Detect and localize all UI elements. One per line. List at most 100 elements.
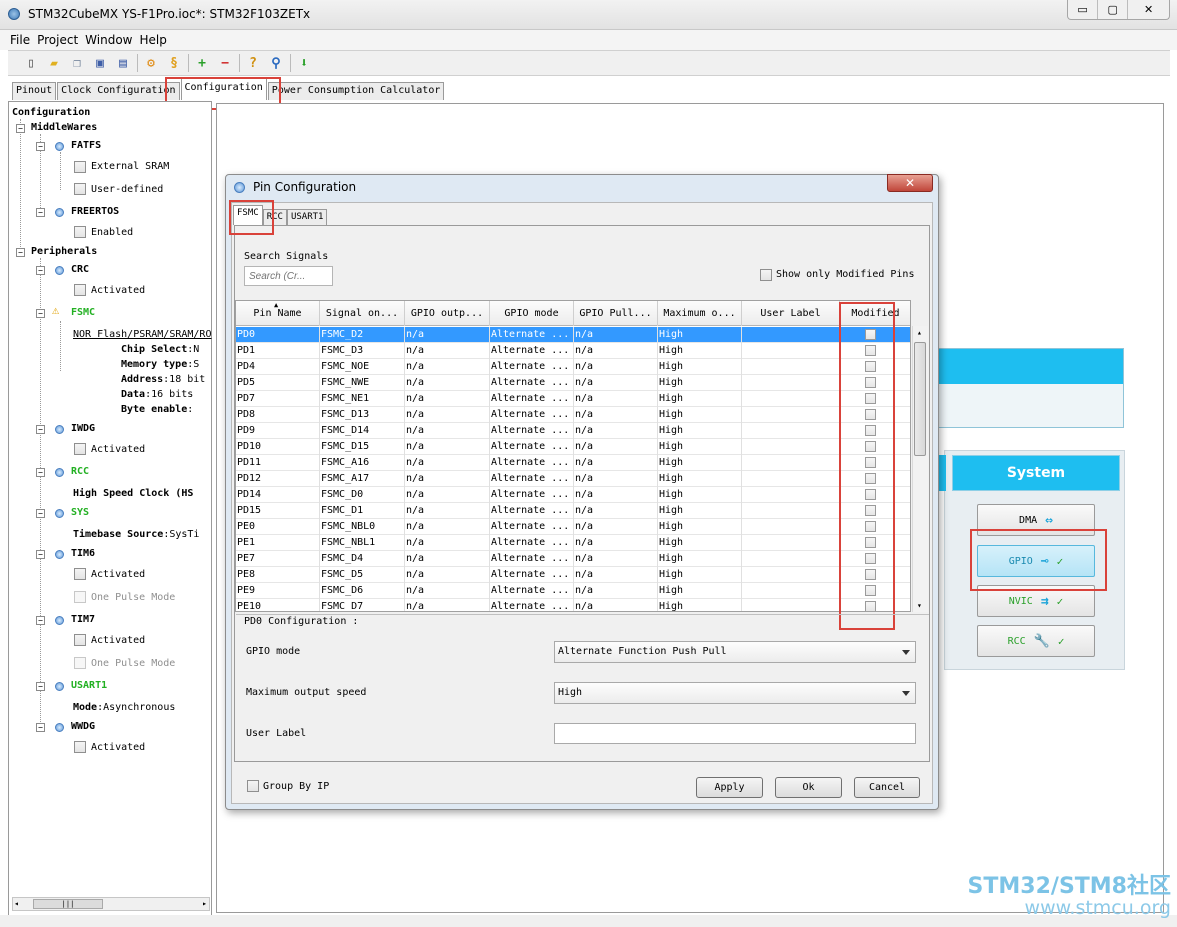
col-gpio-mode[interactable]: GPIO mode [490, 301, 574, 326]
col-gpio-pull[interactable]: GPIO Pull... [574, 301, 658, 326]
tree-horizontal-scrollbar[interactable]: ◂ ||| ▸ [12, 897, 210, 911]
tree-freertos[interactable]: FREERTOS [71, 206, 119, 217]
modified-checkbox[interactable] [865, 345, 876, 356]
modified-checkbox[interactable] [865, 521, 876, 532]
table-row[interactable]: PD1 FSMC_D3 n/a Alternate ... n/a High [236, 343, 910, 359]
ok-button[interactable]: Ok [775, 777, 842, 798]
dialog-close-button[interactable]: ✕ [887, 174, 933, 192]
maximize-button[interactable]: ▢ [1098, 0, 1129, 19]
tab-pinout[interactable]: Pinout [12, 82, 57, 100]
modified-checkbox[interactable] [865, 473, 876, 484]
tim6-activated-checkbox[interactable] [74, 568, 86, 580]
col-gpio-output[interactable]: GPIO outp... [405, 301, 490, 326]
menu-help[interactable]: Help [139, 33, 166, 47]
tree-fsmc[interactable]: FSMC [71, 307, 95, 318]
gpio-button[interactable]: GPIO ⊸ ✓ [977, 545, 1095, 577]
table-row[interactable]: PD11 FSMC_A16 n/a Alternate ... n/a High [236, 455, 910, 471]
gpio-mode-select[interactable]: Alternate Function Push Pull [554, 641, 916, 663]
table-row[interactable]: PD9 FSMC_D14 n/a Alternate ... n/a High [236, 423, 910, 439]
menu-window[interactable]: Window [85, 33, 132, 47]
col-signal[interactable]: Signal on... [320, 301, 405, 326]
save-all-icon[interactable]: ▤ [114, 54, 132, 72]
save-icon[interactable]: ▣ [91, 54, 109, 72]
download-arrow-icon[interactable]: ⬇ [295, 54, 313, 72]
table-row[interactable]: PE0 FSMC_NBL0 n/a Alternate ... n/a High [236, 519, 910, 535]
modified-checkbox[interactable] [865, 585, 876, 596]
menu-file[interactable]: File [10, 33, 30, 47]
tree-tim6[interactable]: TIM6 [71, 548, 95, 559]
modified-checkbox[interactable] [865, 489, 876, 500]
table-row[interactable]: PE1 FSMC_NBL1 n/a Alternate ... n/a High [236, 535, 910, 551]
table-row[interactable]: PD8 FSMC_D13 n/a Alternate ... n/a High [236, 407, 910, 423]
nvic-button[interactable]: NVIC ⇉ ✓ [977, 585, 1095, 617]
scroll-left-icon[interactable]: ◂ [14, 899, 19, 908]
apply-button[interactable]: Apply [696, 777, 763, 798]
table-row[interactable]: PE8 FSMC_D5 n/a Alternate ... n/a High [236, 567, 910, 583]
tree-usart1[interactable]: USART1 [71, 680, 107, 691]
modified-checkbox[interactable] [865, 393, 876, 404]
user-label-input[interactable] [554, 723, 916, 744]
collapse-icon[interactable]: − [36, 425, 45, 434]
modified-checkbox[interactable] [865, 569, 876, 580]
scrollbar-thumb[interactable] [914, 342, 926, 456]
tree-fsmc-sub[interactable]: NOR Flash/PSRAM/SRAM/RO [73, 329, 211, 340]
dialog-tab-fsmc[interactable]: FSMC [233, 205, 263, 225]
tree-iwdg[interactable]: IWDG [71, 423, 95, 434]
zoom-out-icon[interactable]: − [216, 54, 234, 72]
crc-activated-checkbox[interactable] [74, 284, 86, 296]
modified-checkbox[interactable] [865, 425, 876, 436]
modified-checkbox[interactable] [865, 441, 876, 452]
search-signals-input[interactable] [244, 266, 333, 286]
tree-rcc[interactable]: RCC [71, 466, 89, 477]
modified-checkbox[interactable] [865, 553, 876, 564]
collapse-icon[interactable]: − [36, 468, 45, 477]
max-speed-select[interactable]: High [554, 682, 916, 704]
collapse-icon[interactable]: − [36, 142, 45, 151]
new-file-icon[interactable]: ▯ [22, 54, 40, 72]
collapse-icon[interactable]: − [36, 309, 45, 318]
tree-crc[interactable]: CRC [71, 264, 89, 275]
collapse-icon[interactable]: − [36, 616, 45, 625]
tree-sys[interactable]: SYS [71, 507, 89, 518]
iwdg-activated-checkbox[interactable] [74, 443, 86, 455]
table-row[interactable]: PD14 FSMC_D0 n/a Alternate ... n/a High [236, 487, 910, 503]
table-row[interactable]: PE9 FSMC_D6 n/a Alternate ... n/a High [236, 583, 910, 599]
tim7-activated-checkbox[interactable] [74, 634, 86, 646]
table-row[interactable]: PE7 FSMC_D4 n/a Alternate ... n/a High [236, 551, 910, 567]
table-row[interactable]: PD7 FSMC_NE1 n/a Alternate ... n/a High [236, 391, 910, 407]
external-sram-checkbox[interactable] [74, 161, 86, 173]
table-row[interactable]: PD10 FSMC_D15 n/a Alternate ... n/a High [236, 439, 910, 455]
collapse-icon[interactable]: − [36, 208, 45, 217]
cancel-button[interactable]: Cancel [854, 777, 920, 798]
user-defined-checkbox[interactable] [74, 183, 86, 195]
col-user-label[interactable]: User Label [742, 301, 840, 326]
collapse-icon[interactable]: − [16, 124, 25, 133]
scroll-down-icon[interactable]: ▾ [917, 601, 922, 610]
menu-project[interactable]: Project [37, 33, 78, 47]
collapse-icon[interactable]: − [36, 509, 45, 518]
tab-clock-configuration[interactable]: Clock Configuration [57, 82, 180, 100]
collapse-icon[interactable]: − [36, 550, 45, 559]
table-row[interactable]: PD5 FSMC_NWE n/a Alternate ... n/a High [236, 375, 910, 391]
scroll-right-icon[interactable]: ▸ [202, 899, 207, 908]
col-modified[interactable]: Modified [840, 301, 910, 326]
modified-checkbox[interactable] [865, 601, 876, 611]
table-row[interactable]: PD0 FSMC_D2 n/a Alternate ... n/a High [236, 327, 910, 343]
tab-power-consumption[interactable]: Power Consumption Calculator [267, 82, 445, 100]
col-max-output[interactable]: Maximum o... [658, 301, 742, 326]
freertos-enabled-checkbox[interactable] [74, 226, 86, 238]
wwdg-activated-checkbox[interactable] [74, 741, 86, 753]
help-icon[interactable]: ? [244, 54, 262, 72]
open-folder-icon[interactable]: ▰ [45, 54, 63, 72]
table-row[interactable]: PD12 FSMC_A17 n/a Alternate ... n/a High [236, 471, 910, 487]
tim6-one-pulse-checkbox[interactable] [74, 591, 86, 603]
dma-button[interactable]: DMA ⇔ [977, 504, 1095, 536]
modified-checkbox[interactable] [865, 329, 876, 340]
tree-fatfs[interactable]: FATFS [71, 140, 101, 151]
table-row[interactable]: PD15 FSMC_D1 n/a Alternate ... n/a High [236, 503, 910, 519]
modified-checkbox[interactable] [865, 409, 876, 420]
scrollbar-thumb[interactable]: ||| [33, 899, 103, 909]
rcc-button[interactable]: RCC 🔧 ✓ [977, 625, 1095, 657]
dialog-tab-usart1[interactable]: USART1 [286, 209, 328, 225]
dialog-tab-rcc[interactable]: RCC [262, 209, 287, 225]
